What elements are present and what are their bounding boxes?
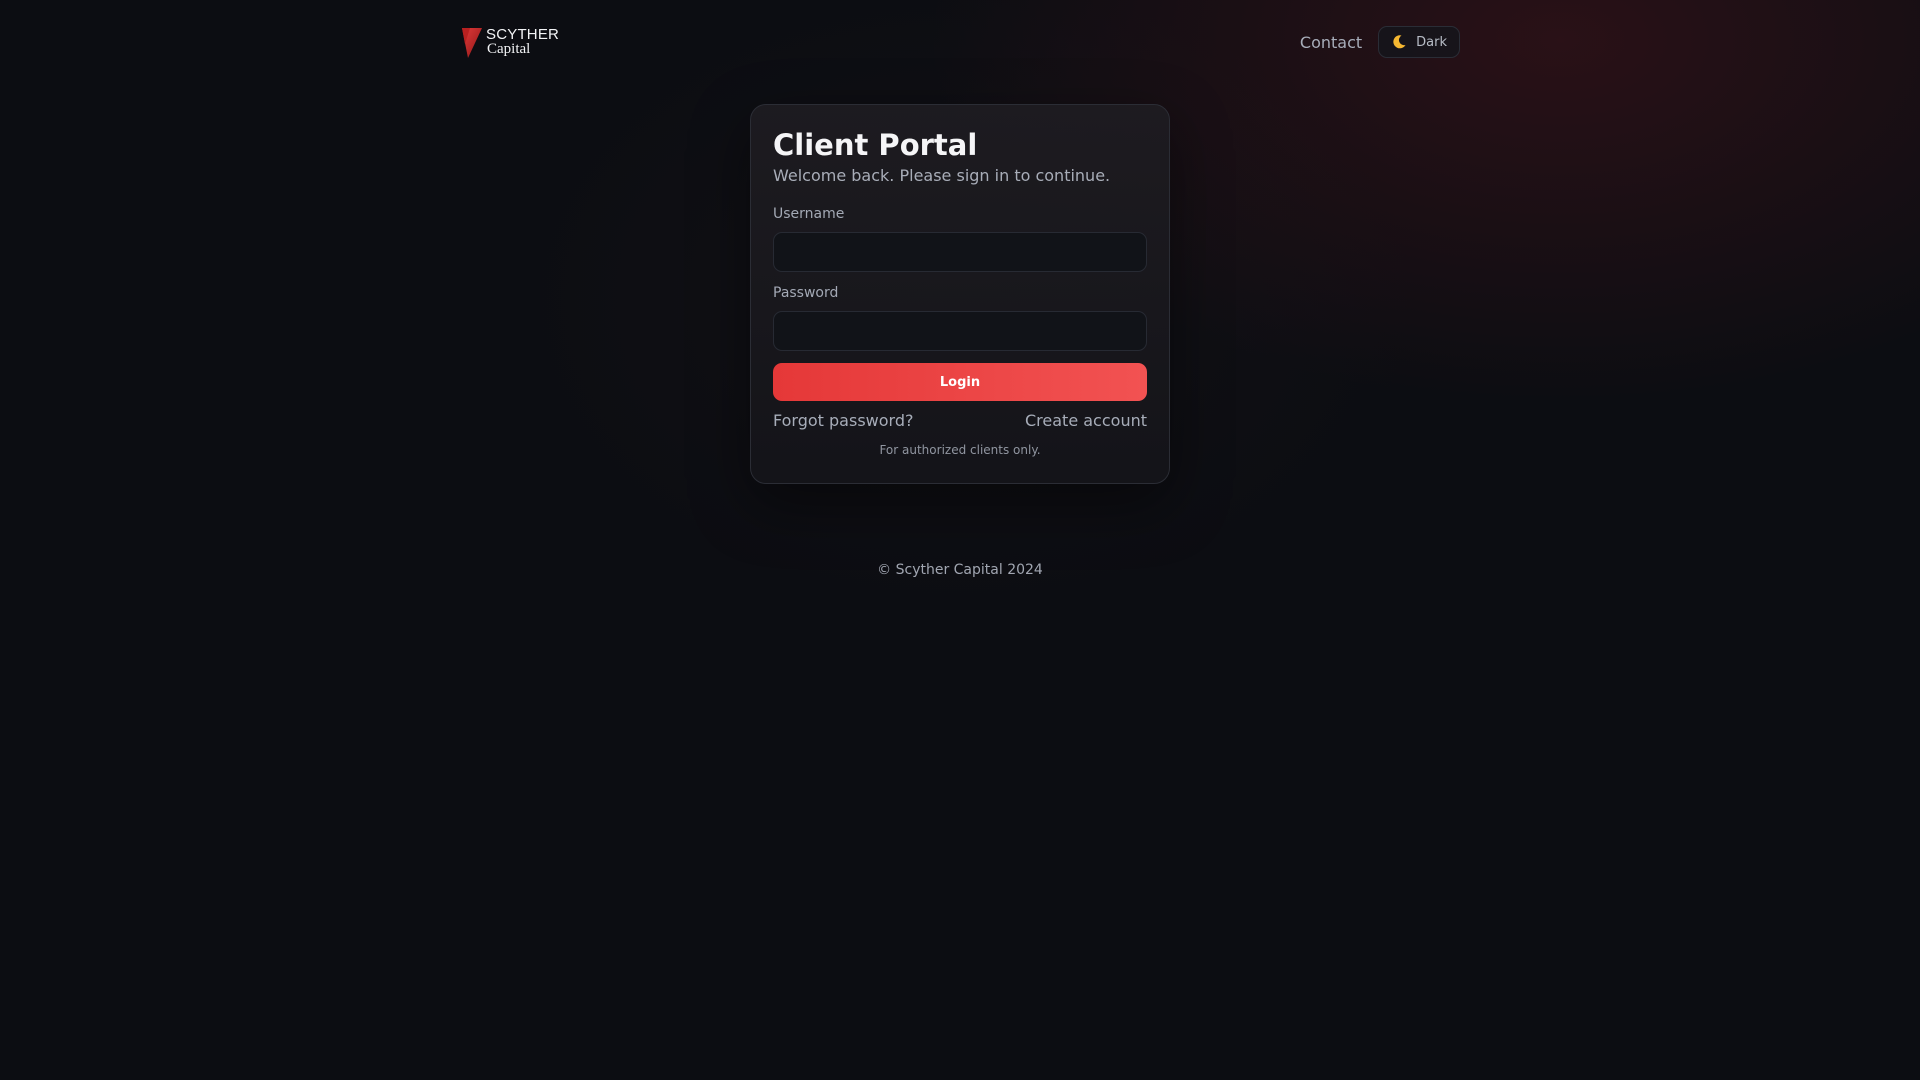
page-title: Client Portal — [773, 128, 978, 162]
login-button[interactable]: Login — [773, 363, 1147, 401]
username-label: Username — [773, 206, 845, 222]
scyther-logo-icon — [462, 28, 482, 58]
logo-wordmark: SCYTHER Capital — [486, 27, 559, 57]
password-input[interactable] — [773, 311, 1147, 351]
username-input[interactable] — [773, 232, 1147, 272]
site-header: SCYTHER Capital Contact Dark — [462, 22, 1460, 62]
password-label: Password — [773, 285, 839, 301]
forgot-password-link[interactable]: Forgot password? — [773, 411, 913, 431]
header-actions: Contact Dark — [1300, 25, 1460, 59]
moon-icon — [1393, 35, 1406, 49]
authorized-disclaimer: For authorized clients only. — [879, 443, 1041, 457]
theme-toggle-label: Dark — [1416, 34, 1447, 50]
scyther-capital-logo[interactable]: SCYTHER Capital — [462, 22, 559, 62]
logo-line-capital: Capital — [487, 41, 531, 57]
contact-link[interactable]: Contact — [1300, 33, 1362, 52]
account-links: Forgot password? Create account — [773, 411, 1147, 431]
create-account-link[interactable]: Create account — [1025, 411, 1147, 431]
footer-copyright: © Scyther Capital 2024 — [877, 562, 1043, 578]
welcome-subtitle: Welcome back. Please sign in to continue… — [773, 166, 1111, 185]
theme-toggle-button[interactable]: Dark — [1378, 26, 1460, 58]
login-card: Client Portal Welcome back. Please sign … — [750, 104, 1170, 484]
logo-line-scyther: SCYTHER — [486, 26, 560, 43]
